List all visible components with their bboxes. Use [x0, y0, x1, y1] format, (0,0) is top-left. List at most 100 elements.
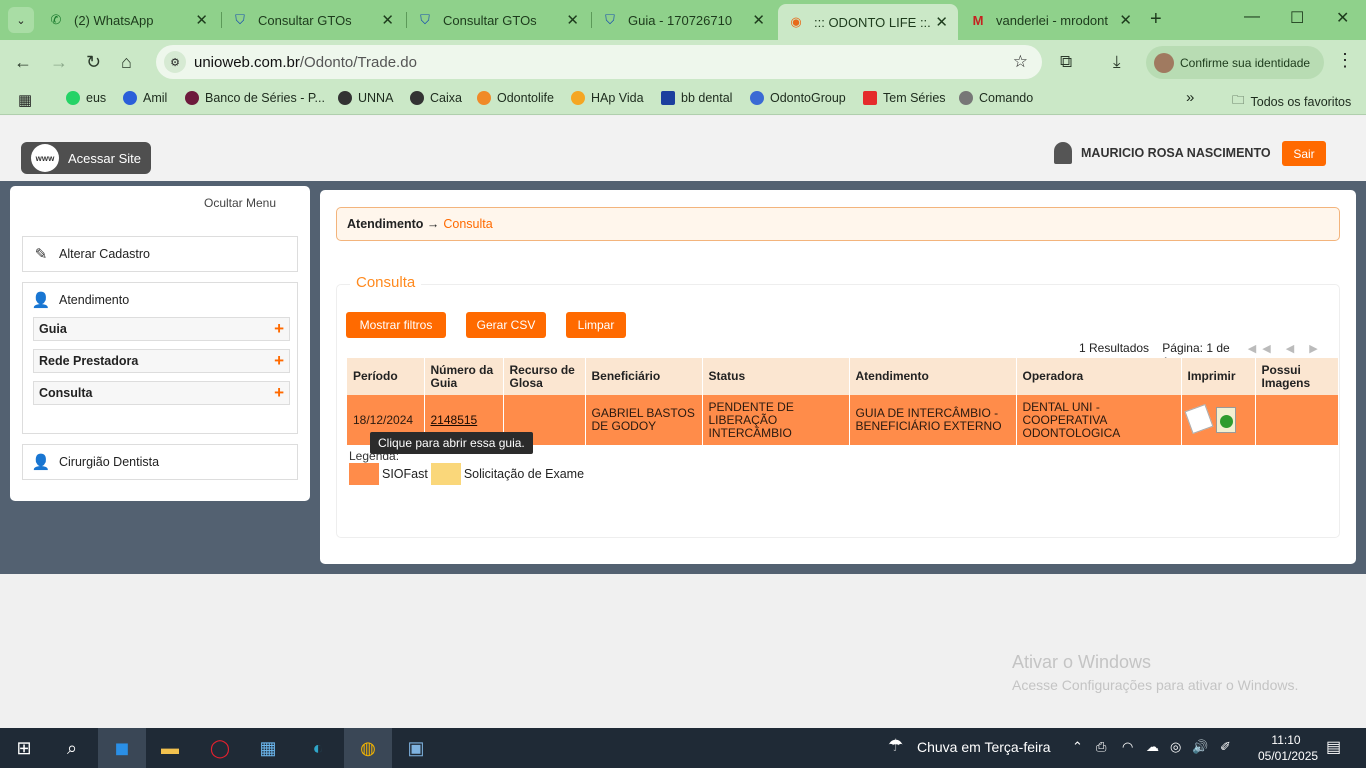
bookmark-amil[interactable]: Amil	[123, 91, 167, 105]
sidebar-item-consulta[interactable]: Consulta +	[33, 381, 290, 405]
minimize-icon[interactable]: —	[1244, 8, 1260, 26]
tab-gmail[interactable]: M vanderlei - mrodonto ✕	[960, 4, 1142, 36]
edge-icon[interactable]: ◐	[294, 728, 342, 768]
close-icon[interactable]: ✕	[935, 13, 948, 31]
bookmark-hapvida[interactable]: HAp Vida	[571, 91, 644, 105]
chevron-up-icon[interactable]: ⌃	[1072, 739, 1083, 755]
window-close-icon[interactable]: ✕	[1336, 8, 1349, 28]
outlook-icon[interactable]: ◼	[98, 728, 146, 768]
tab-whatsapp[interactable]: ✆ (2) WhatsApp ✕	[38, 4, 218, 36]
play-icon	[863, 91, 877, 105]
dentist-icon: 👤	[31, 454, 51, 471]
apps-grid-icon[interactable]: ▦	[18, 91, 32, 109]
forward-icon[interactable]: →	[50, 52, 68, 73]
close-icon[interactable]: ✕	[381, 11, 394, 29]
all-favorites[interactable]: 🗀 Todos os favoritos	[1232, 91, 1351, 112]
maximize-icon[interactable]: ☐	[1290, 8, 1304, 28]
webcam-icon[interactable]: ◎	[1170, 739, 1181, 755]
taskbar: ⊞ ⌕ ◼ ▬ ◯ ▦ ◐ ◍ ▣ ☂ Chuva em Terça-feira…	[0, 728, 1366, 768]
search-icon[interactable]: ⌕	[48, 728, 96, 768]
notifications-icon[interactable]: ▤	[1326, 737, 1341, 757]
close-icon[interactable]: ✕	[752, 11, 765, 29]
windows-start-icon[interactable]: ⊞	[0, 728, 48, 768]
print-approved-icon[interactable]	[1215, 407, 1236, 433]
bookmark-odontolife[interactable]: Odontolife	[477, 91, 554, 105]
sidebar-item-alterar-cadastro[interactable]: ✎ Alterar Cadastro	[22, 236, 298, 272]
store-icon[interactable]: ▦	[244, 728, 292, 768]
close-icon[interactable]: ✕	[1119, 11, 1132, 29]
bookmark-banco-series[interactable]: Banco de Séries - P...	[185, 91, 325, 105]
acessar-site-button[interactable]: www Acessar Site	[21, 142, 151, 174]
opera-icon[interactable]: ◯	[196, 728, 244, 768]
pen-icon[interactable]: ✐	[1220, 739, 1231, 755]
address-bar[interactable]: ⚙ unioweb.com.br/Odonto/Trade.do ☆	[156, 45, 1042, 79]
odontogroup-icon	[750, 91, 764, 105]
gerar-csv-button[interactable]: Gerar CSV	[466, 312, 546, 338]
identity-button[interactable]: Confirme sua identidade	[1146, 46, 1324, 79]
home-icon[interactable]: ⌂	[121, 52, 132, 73]
weather-icon: ☂	[888, 736, 904, 755]
weather-text[interactable]: Chuva em Terça-feira	[917, 739, 1051, 755]
expand-icon[interactable]: +	[274, 351, 284, 371]
file-explorer-icon[interactable]: ▬	[146, 728, 194, 768]
reload-icon[interactable]: ↻	[86, 52, 101, 73]
web-page: www Acessar Site MAURICIO ROSA NASCIMENT…	[0, 116, 1366, 728]
main-panel: Atendimento → Consulta Consulta Mostrar …	[320, 190, 1356, 564]
bookmark-bb-dental[interactable]: bb dental	[661, 91, 732, 105]
back-icon[interactable]: ←	[14, 52, 32, 73]
bookmark-comando[interactable]: Comando	[959, 91, 1033, 105]
mostrar-filtros-button[interactable]: Mostrar filtros	[346, 312, 446, 338]
bookmarks-bar: ▦ eus Amil Banco de Séries - P... UNNA C…	[0, 85, 1366, 115]
wifi-icon[interactable]: ◠	[1122, 739, 1133, 755]
series-icon	[185, 91, 199, 105]
tab-guia[interactable]: ⛉ Guia - 170726710 ✕	[592, 4, 775, 36]
whatsapp-icon: ✆	[50, 12, 62, 27]
shield-icon: ⛉	[235, 12, 245, 27]
site-settings-icon[interactable]: ⚙	[164, 51, 186, 73]
tab-consultar-gtos-1[interactable]: ⛉ Consultar GTOs ✕	[222, 4, 404, 36]
guia-number-link[interactable]: 2148515	[431, 413, 478, 427]
tab-consultar-gtos-2[interactable]: ⛉ Consultar GTOs ✕	[407, 4, 589, 36]
clock[interactable]: 11:10 05/01/2025	[1258, 732, 1318, 764]
windows-watermark-text: Acesse Configurações para ativar o Windo…	[1012, 677, 1299, 693]
print-document-icon[interactable]	[1184, 403, 1213, 435]
tab-search-icon[interactable]: ⌄	[8, 7, 34, 33]
ocultar-menu-tab[interactable]: Ocultar Menu	[190, 192, 290, 214]
close-icon[interactable]: ✕	[566, 11, 579, 29]
section-title: Consulta	[350, 274, 422, 291]
hapvida-icon	[571, 91, 585, 105]
chrome-icon[interactable]: ◍	[344, 728, 392, 768]
download-icon[interactable]: ⤓	[1113, 52, 1121, 72]
expand-icon[interactable]: +	[274, 319, 284, 339]
globe-icon	[410, 91, 424, 105]
new-tab-icon[interactable]: +	[1150, 8, 1162, 31]
limpar-button[interactable]: Limpar	[566, 312, 626, 338]
sidebar-item-rede-prestadora[interactable]: Rede Prestadora +	[33, 349, 290, 373]
sidebar-item-guia[interactable]: Guia +	[33, 317, 290, 341]
cloud-icon[interactable]: ☁	[1146, 739, 1159, 755]
bookmark-tem-series[interactable]: Tem Séries	[863, 91, 946, 105]
legend: SIOFast Solicitação de Exame	[349, 463, 584, 485]
sidebar-item-cirurgiao-dentista[interactable]: 👤 Cirurgião Dentista	[22, 444, 298, 480]
exame-swatch	[430, 463, 461, 485]
bookmark-odontogroup[interactable]: OdontoGroup	[750, 91, 846, 105]
bookmark-star-icon[interactable]: ☆	[1013, 52, 1028, 72]
sair-button[interactable]: Sair	[1282, 141, 1326, 166]
network-adapter-icon[interactable]: ⎙	[1096, 739, 1106, 755]
sidebar-item-atendimento[interactable]: 👤 Atendimento	[23, 283, 297, 317]
app-window-icon[interactable]: ▣	[392, 728, 440, 768]
volume-icon[interactable]: 🔊	[1192, 739, 1208, 755]
breadcrumb: Atendimento → Consulta	[336, 207, 1340, 241]
close-icon[interactable]: ✕	[195, 11, 208, 29]
bookmark-eus[interactable]: eus	[66, 91, 106, 105]
expand-icon[interactable]: +	[274, 383, 284, 403]
more-menu-icon[interactable]: ⋮	[1336, 50, 1354, 71]
bookmark-unna[interactable]: UNNA	[338, 91, 393, 105]
more-bookmarks-icon[interactable]: »	[1186, 89, 1194, 106]
user-icon	[1054, 142, 1072, 164]
tab-odonto-life[interactable]: ◉ ::: ODONTO LIFE ::. ✕	[778, 4, 958, 40]
bookmark-caixa[interactable]: Caixa	[410, 91, 462, 105]
odontolife-icon	[477, 91, 491, 105]
extensions-icon[interactable]: ⧉	[1060, 52, 1072, 72]
tooltip: Clique para abrir essa guia.	[370, 432, 533, 454]
